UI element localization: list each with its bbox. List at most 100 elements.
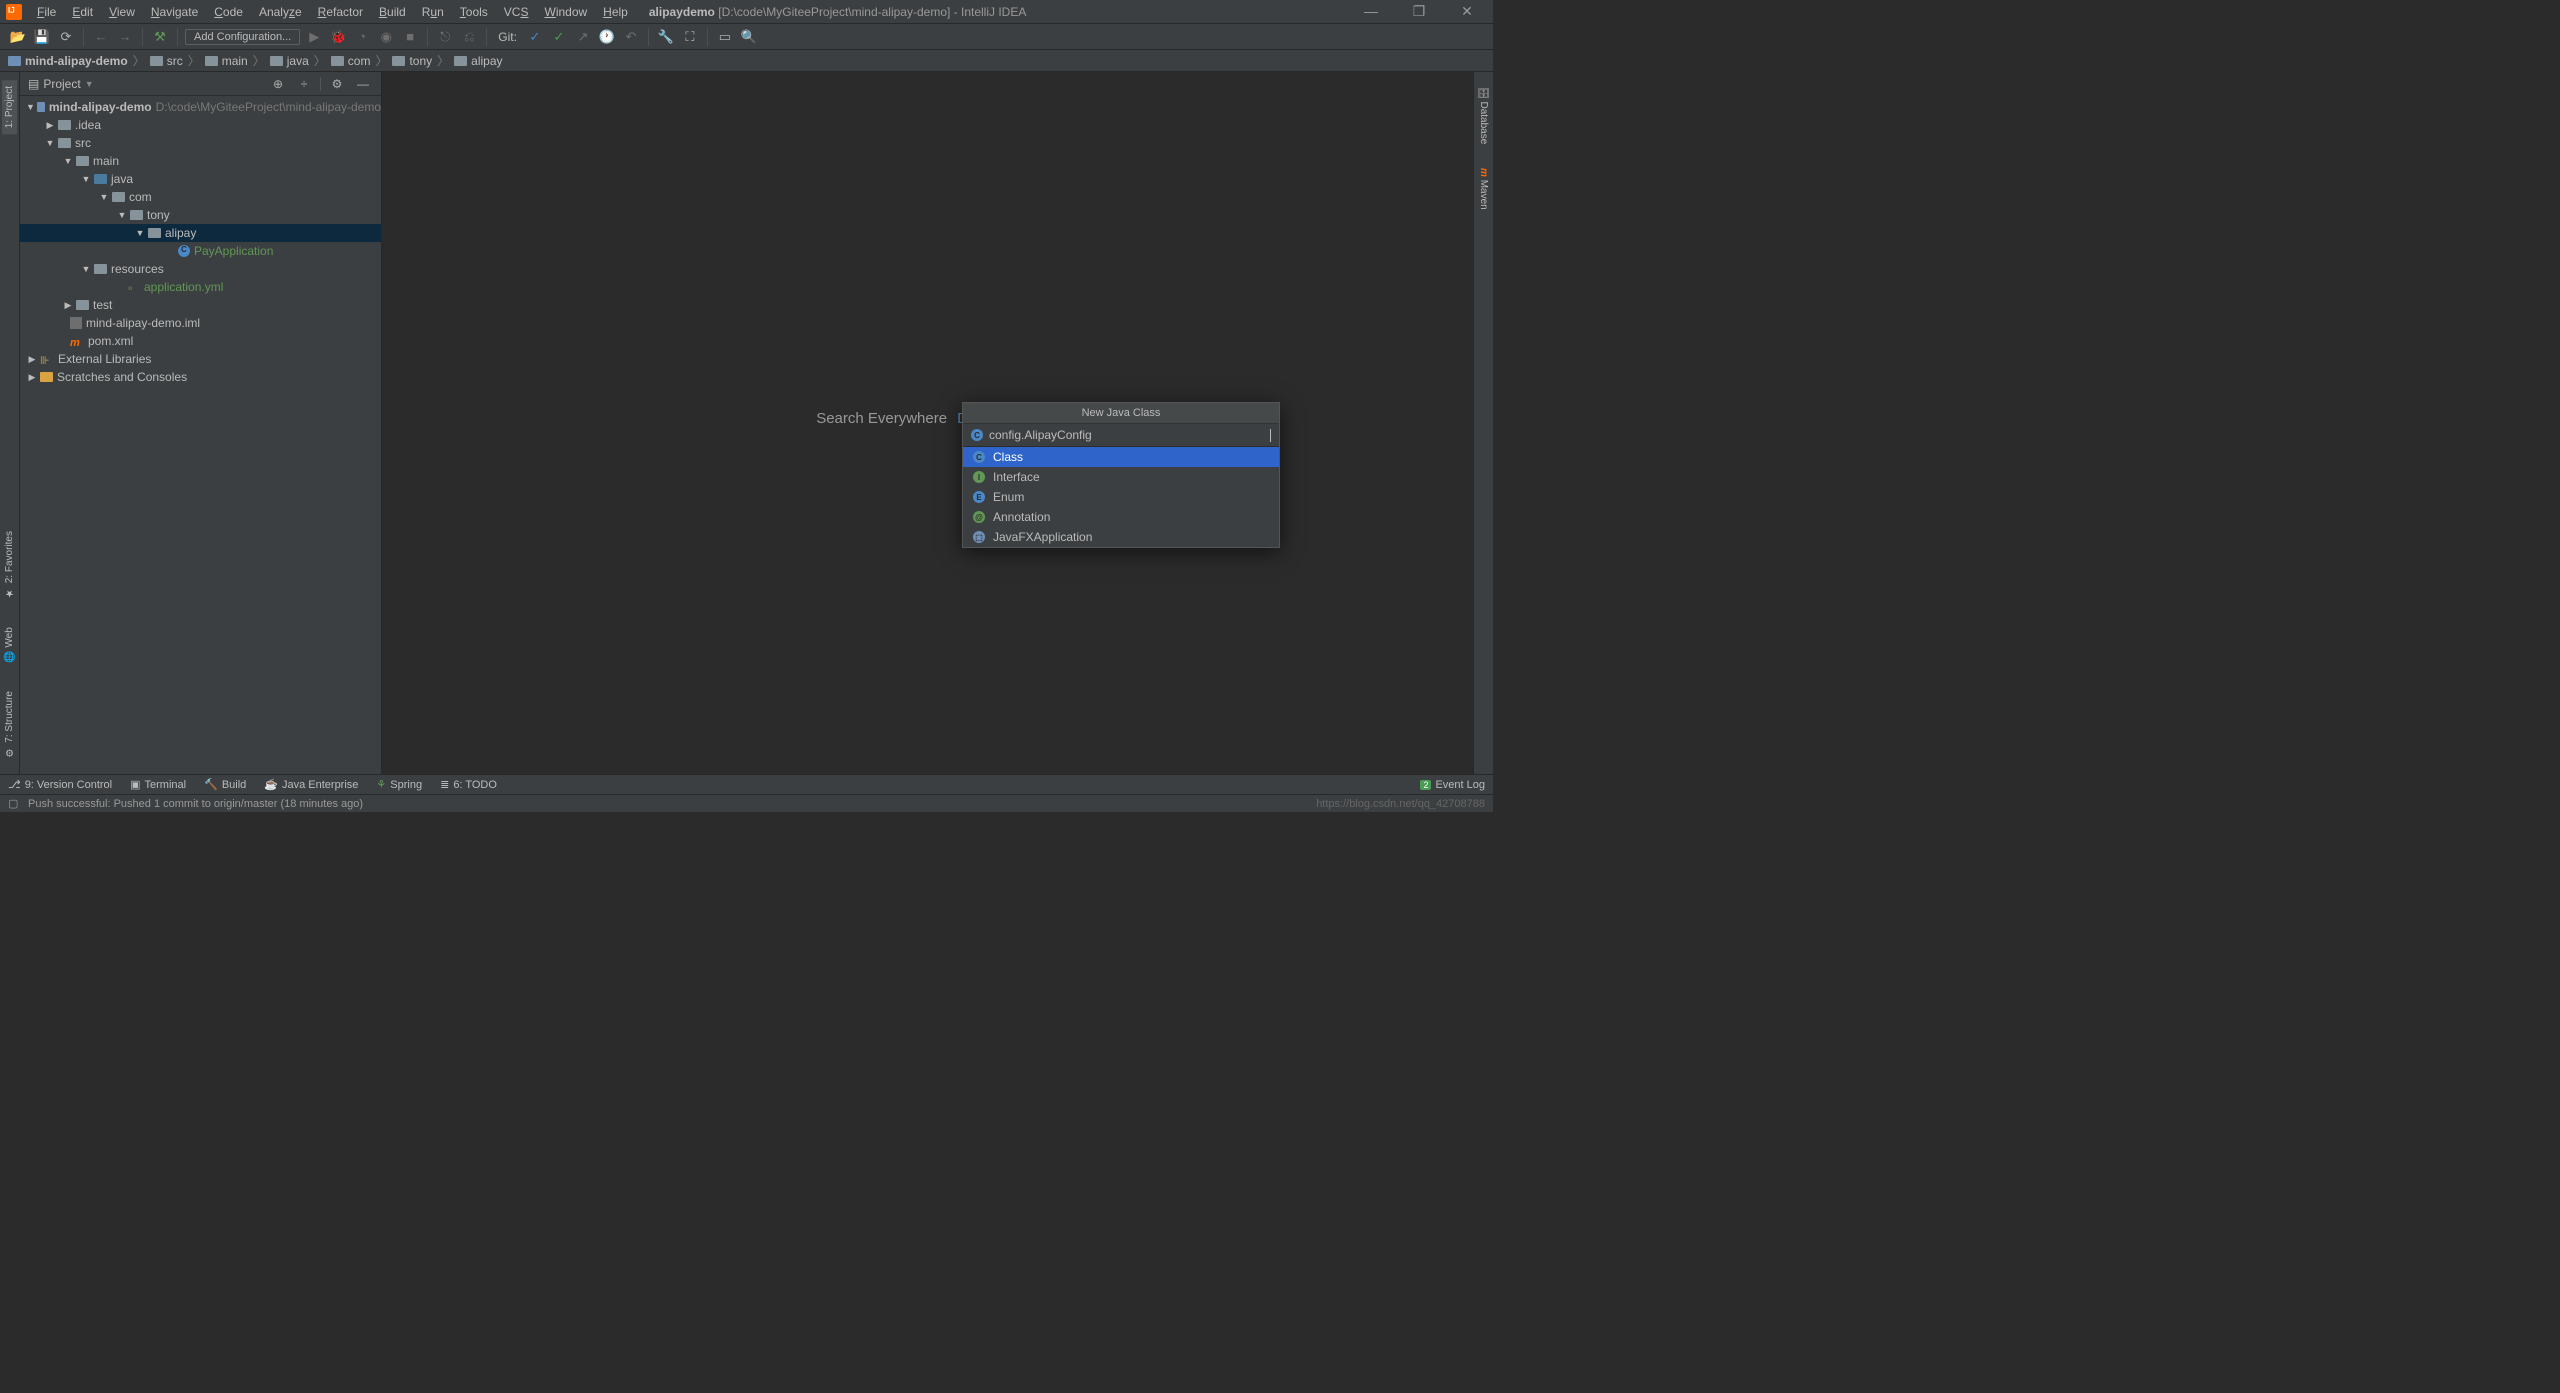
menu-run[interactable]: Run: [415, 3, 451, 21]
tree-alipay[interactable]: ▼alipay: [20, 224, 381, 242]
menu-refactor[interactable]: Refactor: [311, 3, 370, 21]
git-history-icon[interactable]: 🕐: [597, 27, 617, 47]
crumb-java[interactable]: java: [270, 54, 309, 68]
dialog-input-row: C: [963, 424, 1279, 447]
refresh-icon[interactable]: ⟳: [56, 27, 76, 47]
menu-file[interactable]: File: [30, 3, 63, 21]
menu-window[interactable]: Window: [537, 3, 594, 21]
tree-com[interactable]: ▼com: [20, 188, 381, 206]
new-java-class-dialog: New Java Class C CClass IInterface EEnum…: [962, 402, 1280, 548]
gutter-maven[interactable]: m Maven: [1476, 162, 1491, 216]
dialog-item-enum[interactable]: EEnum: [963, 487, 1279, 507]
tree-payapp[interactable]: ·PayApplication: [20, 242, 381, 260]
project-structure-icon[interactable]: ⛶: [680, 27, 700, 47]
tree-iml[interactable]: ·mind-alipay-demo.iml: [20, 314, 381, 332]
git-pull-icon[interactable]: ✓: [525, 27, 545, 47]
gutter-project[interactable]: 1: Project: [2, 80, 17, 134]
save-icon[interactable]: 💾: [32, 27, 52, 47]
forward-icon[interactable]: →: [115, 27, 135, 47]
dialog-item-javafx[interactable]: ⬚JavaFXApplication: [963, 527, 1279, 547]
menu-tools[interactable]: Tools: [453, 3, 495, 21]
crumb-main[interactable]: main: [205, 54, 248, 68]
tree-main[interactable]: ▼main: [20, 152, 381, 170]
menu-navigate[interactable]: Navigate: [144, 3, 205, 21]
crumb-com[interactable]: com: [331, 54, 371, 68]
attach-icon[interactable]: ⎋: [435, 27, 455, 47]
crumb-alipay[interactable]: alipay: [454, 54, 502, 68]
tree-appyml[interactable]: ·application.yml: [20, 278, 381, 296]
right-gutter: 🗄 Database m Maven: [1473, 72, 1493, 774]
crumb-tony[interactable]: tony: [392, 54, 432, 68]
tree-tony[interactable]: ▼tony: [20, 206, 381, 224]
open-icon[interactable]: 📂: [8, 27, 28, 47]
status-window-icon[interactable]: ▢: [8, 797, 22, 810]
dialog-item-class[interactable]: CClass: [963, 447, 1279, 467]
bottom-vcs[interactable]: ⎇ 9: Version Control: [8, 778, 112, 791]
titlebar: File Edit View Navigate Code Analyze Ref…: [0, 0, 1493, 24]
menu-view[interactable]: View: [102, 3, 142, 21]
menu-code[interactable]: Code: [207, 3, 250, 21]
tree-scratches[interactable]: ▶Scratches and Consoles: [20, 368, 381, 386]
locate-icon[interactable]: ⊕: [268, 74, 288, 94]
run-icon[interactable]: ▶: [304, 27, 324, 47]
maximize-button[interactable]: ❐: [1405, 3, 1433, 20]
tree-src[interactable]: ▼src: [20, 134, 381, 152]
bottom-todo[interactable]: ≣ 6: TODO: [440, 778, 497, 791]
coverage-icon[interactable]: ◔: [352, 27, 372, 47]
search-icon[interactable]: 🔍: [739, 27, 759, 47]
hide-icon[interactable]: —: [353, 74, 373, 94]
settings-icon[interactable]: 🔧: [656, 27, 676, 47]
back-icon[interactable]: ←: [91, 27, 111, 47]
tree-idea[interactable]: ▶.idea: [20, 116, 381, 134]
build-icon[interactable]: ⚒: [150, 27, 170, 47]
bottom-build[interactable]: 🔨 Build: [204, 778, 246, 791]
dialog-item-annotation[interactable]: @Annotation: [963, 507, 1279, 527]
project-panel-title[interactable]: Project: [43, 77, 80, 91]
class-name-input[interactable]: [989, 428, 1264, 442]
dialog-item-interface[interactable]: IInterface: [963, 467, 1279, 487]
gutter-web[interactable]: 🌐 Web: [2, 621, 17, 670]
git-push-icon[interactable]: ↗: [573, 27, 593, 47]
tree-root[interactable]: ▼ mind-alipay-demo D:\code\MyGiteeProjec…: [20, 98, 381, 116]
menu-help[interactable]: Help: [596, 3, 635, 21]
project-tree[interactable]: ▼ mind-alipay-demo D:\code\MyGiteeProjec…: [20, 96, 381, 774]
minimize-button[interactable]: —: [1357, 3, 1385, 20]
run-anything-icon[interactable]: ▭: [715, 27, 735, 47]
left-gutter: 1: Project ★ 2: Favorites 🌐 Web ⚙ 7: Str…: [0, 72, 20, 774]
tree-resources[interactable]: ▼resources: [20, 260, 381, 278]
crumb-src[interactable]: src: [150, 54, 183, 68]
breadcrumb: mind-alipay-demo〉 src〉 main〉 java〉 com〉 …: [0, 50, 1493, 72]
toolbar: 📂 💾 ⟳ ← → ⚒ Add Configuration... ▶ 🐞 ◔ ◉…: [0, 24, 1493, 50]
window-title: alipaydemo [D:\code\MyGiteeProject\mind-…: [649, 5, 1027, 19]
debug-icon[interactable]: 🐞: [328, 27, 348, 47]
trace-icon[interactable]: ⎌: [459, 27, 479, 47]
gear-icon[interactable]: ⚙: [327, 74, 347, 94]
bottom-java-enterprise[interactable]: ☕ Java Enterprise: [264, 778, 358, 791]
dialog-type-list: CClass IInterface EEnum @Annotation ⬚Jav…: [963, 447, 1279, 547]
tree-test[interactable]: ▶test: [20, 296, 381, 314]
bottom-terminal[interactable]: ▣ Terminal: [130, 778, 186, 791]
gutter-structure[interactable]: ⚙ 7: Structure: [2, 685, 17, 764]
dialog-title: New Java Class: [963, 403, 1279, 424]
stop-icon[interactable]: ■: [400, 27, 420, 47]
git-revert-icon[interactable]: ↶: [621, 27, 641, 47]
bottom-event-log[interactable]: 2 Event Log: [1420, 779, 1485, 791]
git-commit-icon[interactable]: ✓: [549, 27, 569, 47]
tree-pom[interactable]: ·mpom.xml: [20, 332, 381, 350]
run-config-select[interactable]: Add Configuration...: [185, 29, 300, 45]
collapse-icon[interactable]: ÷: [294, 74, 314, 94]
gutter-database[interactable]: 🗄 Database: [1476, 80, 1491, 150]
close-button[interactable]: ✕: [1453, 3, 1481, 20]
tree-java[interactable]: ▼java: [20, 170, 381, 188]
gutter-favorites[interactable]: ★ 2: Favorites: [2, 525, 17, 604]
bottom-spring[interactable]: ⚘ Spring: [376, 778, 422, 791]
crumb-root[interactable]: mind-alipay-demo: [8, 54, 128, 68]
menu-analyze[interactable]: Analyze: [252, 3, 309, 21]
profile-icon[interactable]: ◉: [376, 27, 396, 47]
bottom-toolwindow-bar: ⎇ 9: Version Control ▣ Terminal 🔨 Build …: [0, 774, 1493, 794]
annotation-icon: @: [973, 511, 985, 523]
menu-vcs[interactable]: VCS: [497, 3, 536, 21]
tree-external-libs[interactable]: ▶⊪External Libraries: [20, 350, 381, 368]
menu-edit[interactable]: Edit: [65, 3, 100, 21]
menu-build[interactable]: Build: [372, 3, 413, 21]
